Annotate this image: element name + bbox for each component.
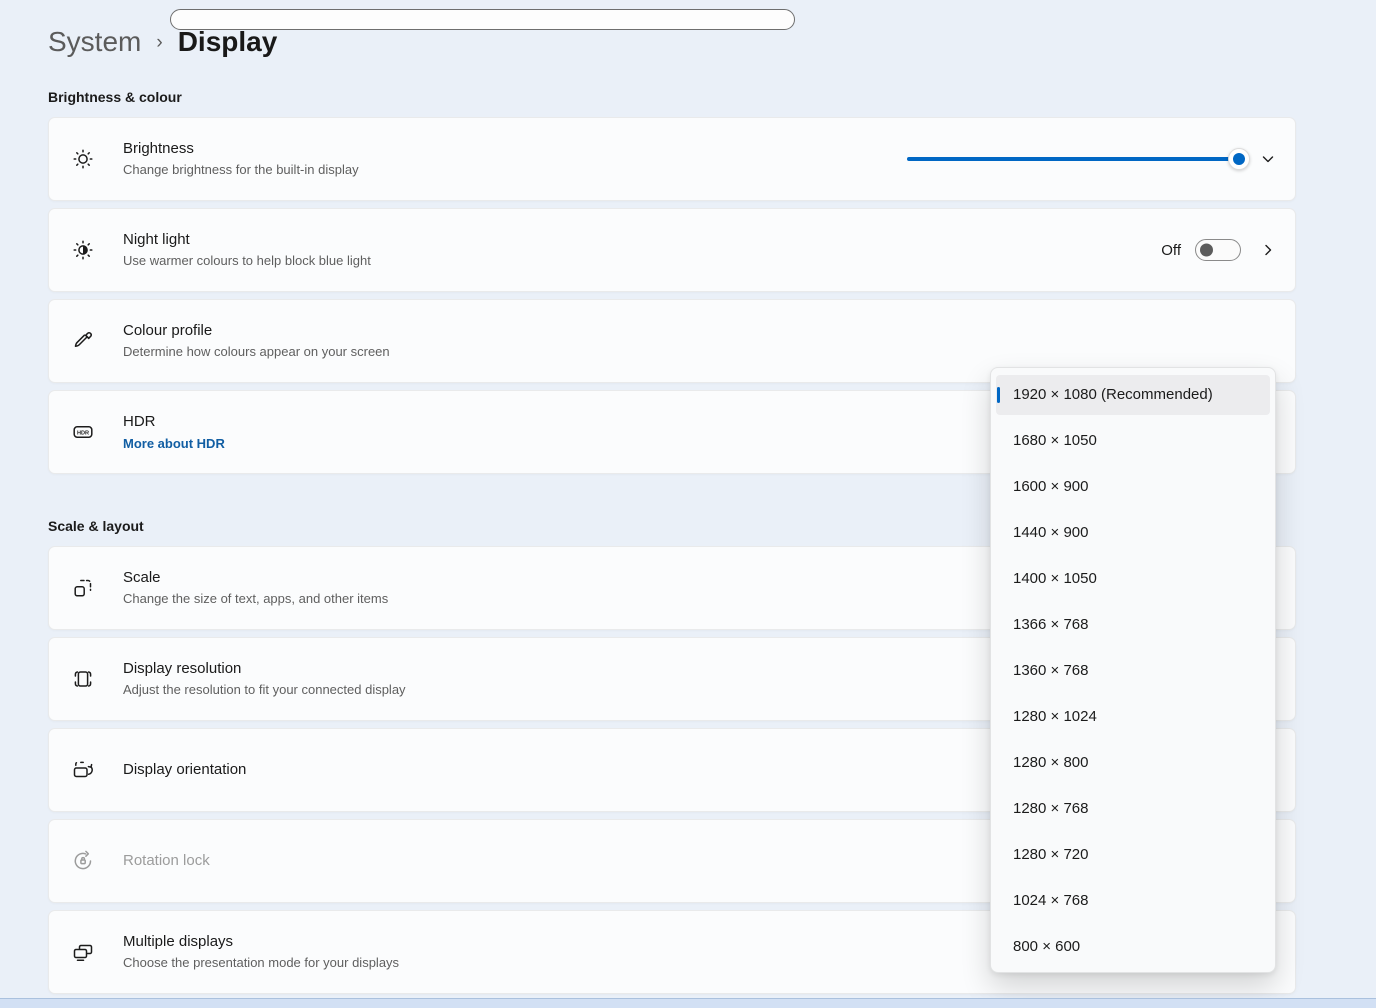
resolution-option[interactable]: 800 × 600: [991, 924, 1275, 970]
resolution-option[interactable]: 1440 × 900: [991, 510, 1275, 556]
resolution-option[interactable]: 1680 × 1050: [991, 418, 1275, 464]
search-box[interactable]: [170, 9, 795, 30]
colour-profile-eyedropper-icon: [71, 329, 95, 353]
night-light-title: Night light: [123, 230, 1161, 250]
brightness-sun-icon: [71, 147, 95, 171]
page-title: Display: [178, 26, 278, 58]
resolution-option[interactable]: 1600 × 900: [991, 464, 1275, 510]
breadcrumb-system[interactable]: System: [48, 26, 141, 58]
resolution-option[interactable]: 1280 × 800: [991, 740, 1275, 786]
svg-text:HDR: HDR: [77, 430, 89, 436]
night-light-row[interactable]: Night light Use warmer colours to help b…: [48, 208, 1296, 292]
breadcrumb-chevron-icon: ›: [156, 32, 162, 54]
brightness-title: Brightness: [123, 139, 907, 159]
resolution-option[interactable]: 1280 × 1024: [991, 694, 1275, 740]
resolution-option[interactable]: 1400 × 1050: [991, 556, 1275, 602]
resolution-option[interactable]: 1280 × 720: [991, 832, 1275, 878]
toggle-knob: [1200, 244, 1213, 257]
resolution-option[interactable]: 1024 × 768: [991, 878, 1275, 924]
night-light-subtitle: Use warmer colours to help block blue li…: [123, 252, 1161, 270]
resolution-option[interactable]: 1360 × 768: [991, 648, 1275, 694]
chevron-right-icon[interactable]: [1261, 243, 1275, 257]
hdr-badge-icon: HDR: [71, 420, 95, 444]
brightness-subtitle: Change brightness for the built-in displ…: [123, 161, 907, 179]
resolution-option[interactable]: 1366 × 768: [991, 602, 1275, 648]
brightness-slider[interactable]: [907, 157, 1239, 161]
night-light-toggle[interactable]: [1195, 239, 1241, 261]
display-resolution-icon: [71, 667, 95, 691]
resolution-dropdown-flyout: 1920 × 1080 (Recommended)1680 × 10501600…: [990, 367, 1276, 973]
brightness-slider-thumb[interactable]: [1228, 148, 1250, 170]
brightness-row[interactable]: Brightness Change brightness for the bui…: [48, 117, 1296, 201]
scale-icon: [71, 576, 95, 600]
breadcrumb: System › Display: [48, 26, 1376, 58]
resolution-option[interactable]: 1280 × 768: [991, 786, 1275, 832]
window-bottom-edge: [0, 998, 1376, 1008]
section-brightness-colour: Brightness & colour: [48, 89, 1376, 105]
display-orientation-icon: [71, 758, 95, 782]
multiple-displays-icon: [71, 940, 95, 964]
colour-profile-subtitle: Determine how colours appear on your scr…: [123, 343, 1275, 361]
rotation-lock-icon: [71, 849, 95, 873]
night-light-icon: [71, 238, 95, 262]
chevron-down-icon[interactable]: [1261, 152, 1275, 166]
resolution-dropdown-list: 1920 × 1080 (Recommended)1680 × 10501600…: [991, 375, 1275, 970]
resolution-option[interactable]: 1920 × 1080 (Recommended): [996, 375, 1270, 415]
night-light-toggle-label: Off: [1161, 242, 1181, 259]
colour-profile-title: Colour profile: [123, 321, 1275, 341]
selected-accent-pill: [997, 387, 1000, 403]
